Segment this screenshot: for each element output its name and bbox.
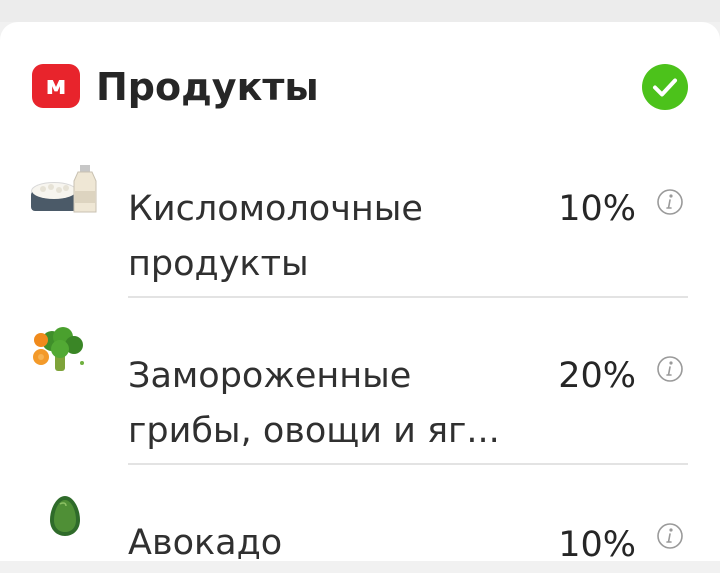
discount-value: 20% <box>558 356 636 396</box>
discount-value: 10% <box>558 525 636 565</box>
row-label-line-2: продукты <box>128 244 309 284</box>
row-label: Авокадо <box>128 516 528 571</box>
checkmark-icon[interactable] <box>642 64 688 110</box>
avocado-icon <box>50 496 80 536</box>
frozen-vegetables-icon <box>33 327 84 371</box>
divider <box>128 296 688 298</box>
brand-logo-icon: м <box>32 64 80 108</box>
row-label-line-1: Авокадо <box>128 523 283 563</box>
row-label: Замороженные грибы, овощи и яг... <box>128 349 528 459</box>
divider <box>128 463 688 465</box>
info-icon[interactable] <box>656 355 684 383</box>
list-item[interactable]: Замороженные грибы, овощи и яг... 20% <box>0 327 720 467</box>
row-label: Кисломолочные продукты <box>128 182 528 292</box>
discount-value: 10% <box>558 189 636 229</box>
row-label-line-1: Кисломолочные <box>128 189 423 229</box>
info-icon[interactable] <box>656 522 684 550</box>
dairy-products-icon <box>31 165 97 213</box>
category-card: м Продукты Кисломолочные продукты 10% За… <box>0 22 720 565</box>
list-item[interactable]: Кисломолочные продукты 10% <box>0 160 720 300</box>
row-label-line-2: грибы, овощи и яг... <box>128 411 500 451</box>
section-title: Продукты <box>96 65 319 109</box>
top-strip <box>0 0 720 22</box>
section-header: м Продукты <box>32 62 692 114</box>
list-item[interactable]: Авокадо 10% <box>0 492 720 565</box>
row-label-line-1: Замороженные <box>128 356 412 396</box>
info-icon[interactable] <box>656 188 684 216</box>
